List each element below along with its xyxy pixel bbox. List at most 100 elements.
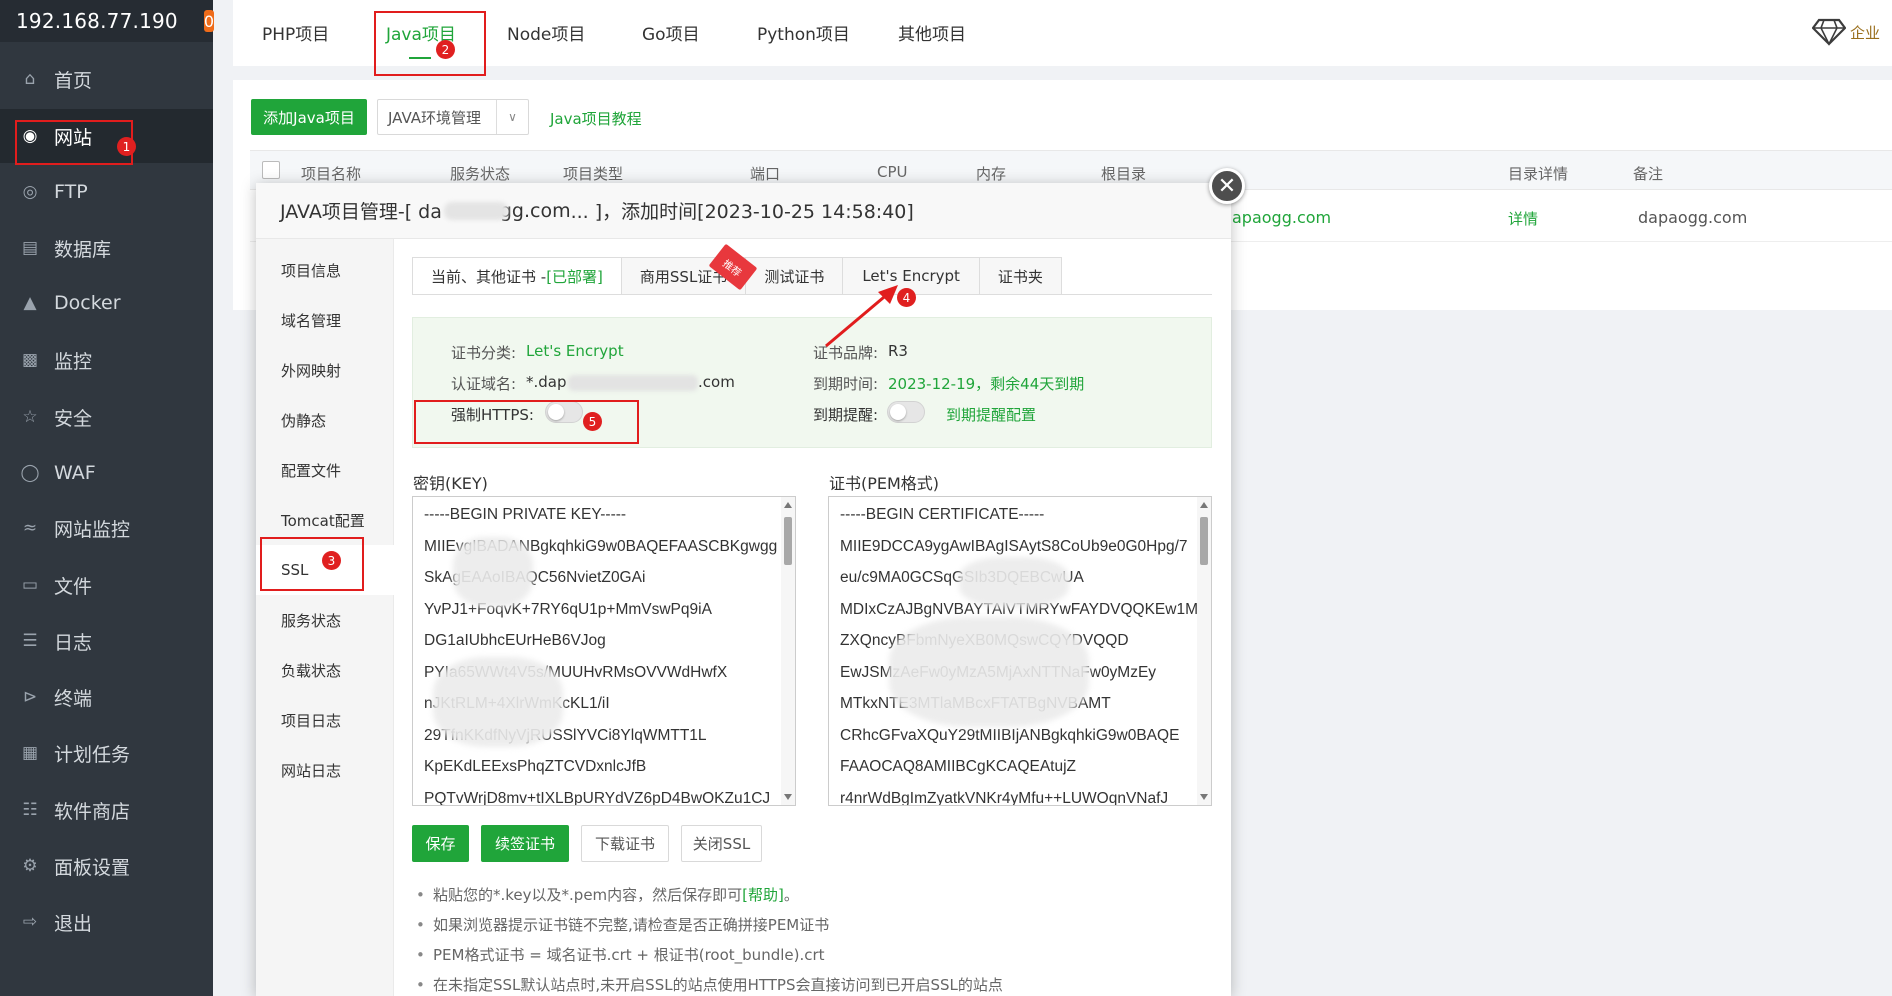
java-tutorial-link[interactable]: Java项目教程 [550, 108, 642, 129]
tip-item: 在未指定SSL默认站点时,未开启SSL的站点使用HTTPS会直接访问到已开启SS… [412, 970, 1003, 996]
select-all-checkbox[interactable] [262, 161, 280, 179]
modal-side-menu: 项目信息 域名管理 外网映射 伪静态 配置文件 Tomcat配置 SSL 服务状态 负载状态 项目… [256, 239, 395, 996]
modal-title-mid: gg.com [499, 199, 571, 222]
watermark-blur [453, 537, 533, 607]
tab-cert-folder[interactable]: 证书夹 [979, 257, 1062, 295]
modal-side-item[interactable]: 外网映射 [256, 345, 394, 395]
terminal-icon: ⊳ [22, 687, 38, 707]
column-header[interactable]: 服务状态 [450, 163, 510, 184]
sidebar-item-label: Docker [54, 292, 121, 314]
close-ssl-button[interactable]: 关闭SSL [681, 825, 762, 862]
column-header[interactable]: CPU [877, 163, 908, 181]
detail-link[interactable]: 详情 [1508, 208, 1538, 229]
text-line: DG1aIUbhcEUrHeB6VJog [424, 632, 606, 649]
sidebar-item[interactable]: ⚙ 面板设置 [0, 839, 213, 893]
sidebar-item[interactable]: ▩ 监控 [0, 333, 213, 387]
sidebar-item[interactable]: ⌂ 首页 [0, 52, 213, 106]
sidebar-item[interactable]: ▲ Docker [0, 276, 213, 330]
sidebar-header: 192.168.77.190 0 [0, 0, 215, 42]
help-link[interactable]: [帮助] [742, 886, 784, 904]
tab-other[interactable]: 其他项目 [898, 20, 966, 45]
docker-icon: ▲ [23, 293, 37, 313]
scroll-thumb[interactable] [784, 517, 792, 565]
renew-cert-button[interactable]: 续签证书 [481, 825, 569, 862]
sidebar-item[interactable]: ▭ 文件 [0, 558, 213, 612]
tab-go[interactable]: Go项目 [642, 20, 700, 45]
sidebar-item[interactable]: ⊳ 终端 [0, 670, 213, 724]
highlight-box-force-https [414, 400, 639, 444]
tab-php[interactable]: PHP项目 [262, 20, 329, 45]
tip1-text: 粘贴您的*.key以及*.pem内容，然后保存即可 [433, 886, 743, 904]
add-java-project-button[interactable]: 添加Java项目 [251, 99, 367, 135]
enterprise-badge[interactable]: 企业 [1812, 14, 1892, 50]
text-line: FAAOCAQ8AMIIBCgKCAQEAtujZ [840, 758, 1077, 775]
scroll-up-icon [784, 502, 792, 508]
text-line: PQTvWrjD8mv+tIXLBpURYdVZ6pD4BwOKZu1CJ [424, 789, 771, 806]
modal-side-item[interactable]: 配置文件 [256, 445, 394, 495]
text-line: -----BEGIN PRIVATE KEY----- [424, 506, 627, 523]
sidebar-item[interactable]: ▤ 数据库 [0, 221, 213, 275]
modal-side-item[interactable]: 项目信息 [256, 245, 394, 295]
sidebar-item[interactable]: ◯ WAF [0, 446, 213, 500]
highlight-box-java-tab [374, 11, 486, 76]
modal-side-item[interactable]: 项目日志 [256, 695, 394, 745]
logout-icon: ⇨ [22, 912, 38, 932]
expire-reminder-toggle[interactable] [887, 401, 925, 423]
scrollbar[interactable] [781, 497, 795, 805]
expire-reminder-label: 到期提醒: [813, 406, 879, 424]
folder-icon: ▭ [21, 575, 39, 595]
sidebar-item[interactable]: ☰ 日志 [0, 614, 213, 668]
modal-side-item[interactable]: 网站日志 [256, 745, 394, 795]
notification-badge[interactable]: 0 [203, 10, 215, 32]
private-key-textarea[interactable]: -----BEGIN PRIVATE KEY----- MIIEvgIBADANB… [412, 496, 796, 806]
server-ip: 192.168.77.190 [16, 9, 178, 33]
home-icon: ⌂ [24, 69, 36, 89]
java-env-manage-button[interactable]: JAVA环境管理 ∨ [377, 99, 529, 135]
text-line: -----BEGIN CERTIFICATE----- [840, 506, 1045, 523]
sidebar-item[interactable]: ☆ 安全 [0, 390, 213, 444]
sidebar-item[interactable]: ☷ 软件商店 [0, 783, 213, 837]
sidebar-item[interactable]: ⇨ 退出 [0, 895, 213, 949]
monitor-icon: ▩ [21, 350, 39, 370]
text-line: KpEKdLEExsPhqZTCVDxnlcJfB [424, 758, 647, 775]
modal-side-item[interactable]: 域名管理 [256, 295, 394, 345]
close-button[interactable]: ✕ [1209, 168, 1245, 204]
tabs-divider [412, 294, 1212, 295]
project-root-link[interactable]: apaogg.com [1232, 208, 1331, 227]
modal-title-prefix: JAVA项目管理-[ da [280, 201, 442, 223]
cert-expire-label: 到期时间: [813, 375, 879, 393]
sidebar-item-label: 软件商店 [54, 800, 131, 823]
redacted-text [443, 201, 508, 220]
sidebar-item-label: 首页 [54, 69, 93, 92]
ssl-tips: 粘贴您的*.key以及*.pem内容，然后保存即可[帮助]。 如果浏览器提示证书… [412, 880, 1003, 996]
chevron-down-icon: ∨ [496, 100, 528, 134]
tab-current-cert[interactable]: 当前、其他证书 - [已部署] [412, 257, 622, 295]
remark-value[interactable]: dapaogg.com [1638, 208, 1747, 227]
cert-domain-prefix: *.dap [526, 373, 567, 391]
deployed-status: [已部署] [546, 267, 603, 286]
calendar-icon: ▦ [21, 743, 39, 763]
cert-label: 证书(PEM格式) [829, 474, 940, 493]
certificate-textarea[interactable]: -----BEGIN CERTIFICATE----- MIIE9DCCA9ygA… [828, 496, 1212, 806]
sidebar-item-label: 监控 [54, 350, 93, 373]
modal-side-item[interactable]: 服务状态 [256, 595, 394, 645]
cert-domain-suffix: .com [698, 373, 735, 391]
sidebar-item-label: FTP [54, 181, 88, 203]
save-button[interactable]: 保存 [412, 825, 469, 862]
scroll-down-icon [1200, 794, 1208, 800]
sidebar-item[interactable]: ◎ FTP [0, 165, 213, 219]
sidebar-item[interactable]: ▦ 计划任务 [0, 726, 213, 780]
cert-domain-label: 认证域名: [451, 375, 517, 393]
modal-side-item[interactable]: 伪静态 [256, 395, 394, 445]
column-header[interactable]: 项目名称 [301, 163, 361, 184]
tab-node[interactable]: Node项目 [507, 20, 585, 45]
reminder-config-link[interactable]: 到期提醒配置 [946, 404, 1036, 425]
tab-python[interactable]: Python项目 [757, 20, 850, 45]
modal-side-item[interactable]: 负载状态 [256, 645, 394, 695]
scroll-thumb[interactable] [1200, 517, 1208, 565]
download-cert-button[interactable]: 下载证书 [581, 825, 669, 862]
scrollbar[interactable] [1197, 497, 1211, 805]
column-header[interactable]: 内存 [976, 163, 1006, 184]
sidebar-item[interactable]: ≈ 网站监控 [0, 501, 213, 555]
apps-icon: ☷ [22, 800, 38, 820]
